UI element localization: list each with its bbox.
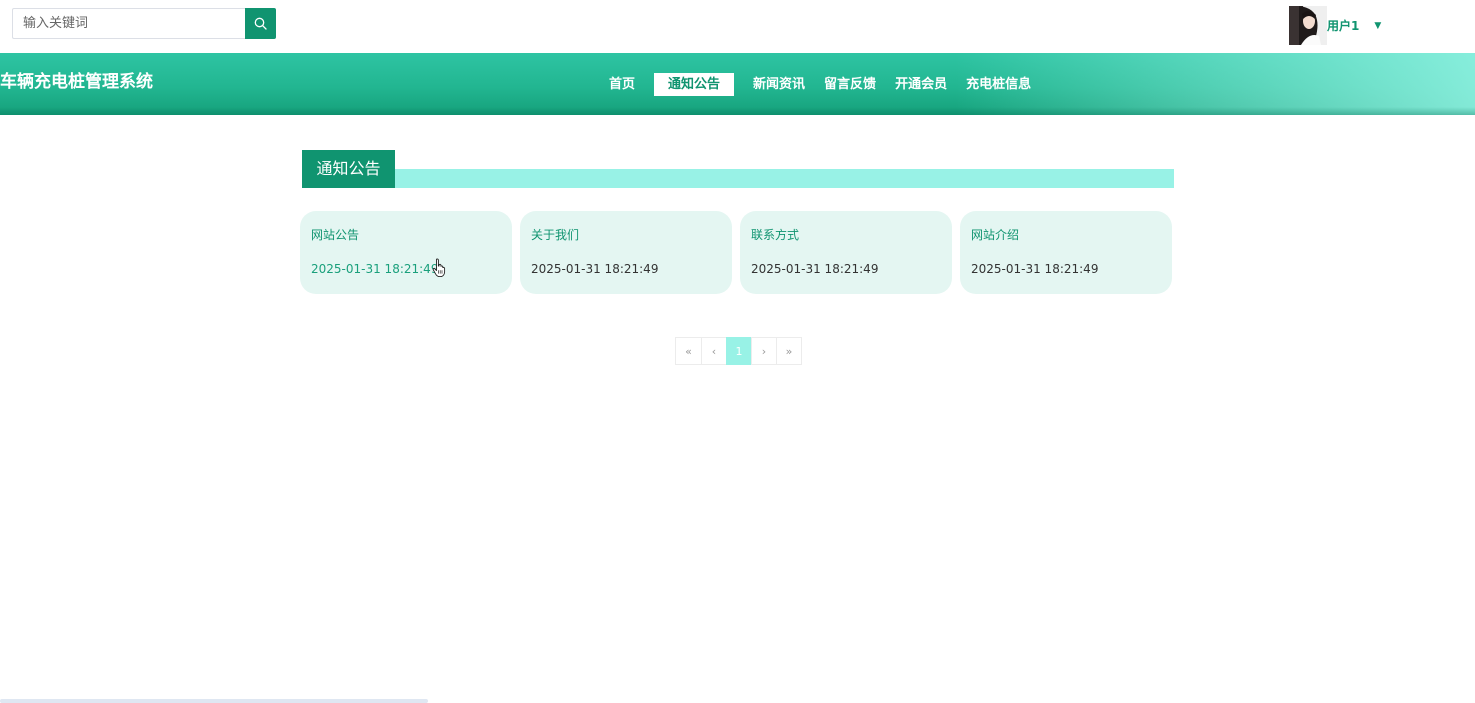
user-menu[interactable]: 用户1 ▼	[1289, 5, 1381, 45]
notice-time: 2025-01-31 18:21:49	[311, 262, 439, 276]
search-box	[12, 8, 276, 39]
notice-title: 网站公告	[311, 228, 360, 242]
notice-card[interactable]: 联系方式 2025-01-31 18:21:49	[740, 211, 952, 294]
search-button[interactable]	[245, 8, 276, 39]
main-nav: 首页 通知公告 新闻资讯 留言反馈 开通会员 充电桩信息	[598, 73, 1050, 96]
horizontal-scrollbar[interactable]	[0, 699, 428, 703]
section-title: 通知公告	[302, 150, 395, 188]
nav-item-membership[interactable]: 开通会员	[895, 73, 947, 96]
notice-title: 网站介绍	[971, 228, 1020, 242]
search-icon	[254, 17, 267, 30]
header-shadow	[0, 107, 1475, 115]
section-title-bar	[302, 169, 1174, 188]
site-title: 车辆充电桩管理系统	[0, 72, 153, 92]
header-bar: 车辆充电桩管理系统 首页 通知公告 新闻资讯 留言反馈 开通会员 充电桩信息	[0, 53, 1475, 115]
notice-card[interactable]: 网站公告 2025-01-31 18:21:49	[300, 211, 512, 294]
page-next-button[interactable]: ›	[751, 337, 777, 365]
page-last-button[interactable]: »	[776, 337, 802, 365]
nav-item-charging-piles[interactable]: 充电桩信息	[966, 73, 1031, 96]
section-header: 通知公告	[302, 150, 1174, 188]
notice-card[interactable]: 关于我们 2025-01-31 18:21:49	[520, 211, 732, 294]
search-input[interactable]	[12, 8, 245, 39]
page-prev-button[interactable]: ‹	[701, 337, 727, 365]
nav-item-notices[interactable]: 通知公告	[654, 73, 735, 96]
pointer-hand-icon	[432, 258, 446, 278]
notice-title: 关于我们	[531, 228, 580, 242]
nav-item-feedback[interactable]: 留言反馈	[824, 73, 876, 96]
pagination: « ‹ 1 › »	[675, 337, 802, 365]
avatar	[1289, 5, 1327, 45]
page-first-button[interactable]: «	[675, 337, 702, 365]
user-name: 用户1	[1327, 18, 1360, 33]
notice-list: 网站公告 2025-01-31 18:21:49 关于我们 2025-01-31…	[300, 211, 1176, 294]
notice-time: 2025-01-31 18:21:49	[531, 262, 659, 276]
notice-time: 2025-01-31 18:21:49	[971, 262, 1099, 276]
notice-title: 联系方式	[751, 228, 800, 242]
notice-time: 2025-01-31 18:21:49	[751, 262, 879, 276]
notice-card[interactable]: 网站介绍 2025-01-31 18:21:49	[960, 211, 1172, 294]
page-number-current[interactable]: 1	[726, 337, 752, 365]
nav-item-news[interactable]: 新闻资讯	[753, 73, 805, 96]
nav-item-home[interactable]: 首页	[609, 73, 635, 96]
caret-down-icon: ▼	[1374, 20, 1382, 31]
